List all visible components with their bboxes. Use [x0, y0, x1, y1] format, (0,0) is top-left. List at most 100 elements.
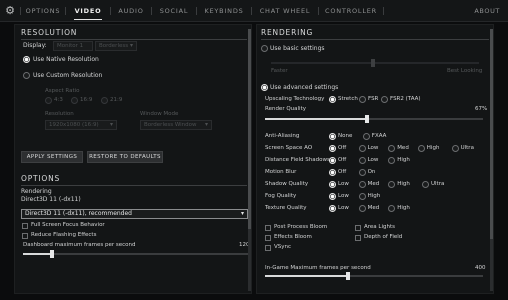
tab-about[interactable]: ABOUT — [474, 0, 500, 22]
fog-quality-low-radio[interactable] — [329, 193, 336, 200]
window-mode-value: Borderless Window — [144, 122, 197, 128]
window-mode-select[interactable]: Borderless Window ▾ — [140, 120, 212, 130]
basic-quality-slider[interactable] — [271, 59, 479, 67]
aspect-4-3-radio[interactable] — [45, 97, 52, 104]
left-panel: RESOLUTION Display: Monitor 1 Borderless… — [14, 24, 252, 294]
distance-field-shadows-low-radio[interactable] — [358, 157, 366, 164]
left-scrollbar[interactable] — [248, 29, 251, 291]
shadow-quality-low-label: Low — [338, 181, 349, 187]
tab-options[interactable]: OPTIONS — [21, 0, 65, 22]
advanced-settings-label: Use advanced settings — [270, 84, 339, 91]
display-monitor-value: Monitor 1 — [57, 43, 84, 49]
motion-blur-off-label: Off — [338, 169, 347, 175]
advanced-settings-radio[interactable] — [261, 84, 268, 91]
ingame-fps-slider[interactable] — [265, 272, 483, 280]
aspect-21-9-label: 21:9 — [110, 97, 123, 103]
fog-quality-label: Fog Quality — [265, 193, 297, 199]
gear-icon[interactable]: ⚙ — [0, 0, 20, 22]
shadow-quality-ultra-radio[interactable] — [422, 181, 429, 188]
upscaling-fsr2-radio[interactable] — [381, 96, 388, 103]
distance-field-shadows-off-label: Off — [338, 157, 347, 163]
motion-blur-label: Motion Blur — [265, 169, 297, 175]
divider — [261, 39, 489, 40]
screen-space-ao-high-radio[interactable] — [417, 145, 425, 152]
display-monitor-select[interactable]: Monitor 1 — [53, 41, 93, 51]
depth-of-field-label: Depth of Field — [364, 234, 403, 240]
apply-settings-button[interactable]: APPLY SETTINGS — [21, 151, 83, 163]
screen-space-ao-off-radio[interactable] — [329, 145, 336, 152]
reduce-flashing-checkbox[interactable] — [22, 233, 28, 239]
ingame-fps-value: 400 — [475, 265, 486, 271]
distance-field-shadows-off-radio[interactable] — [329, 157, 336, 164]
texture-quality-med-radio[interactable] — [358, 205, 366, 212]
resolution-value: 1920x1080 (16:9) — [49, 122, 99, 128]
tab-chat-wheel[interactable]: CHAT WHEEL — [252, 0, 318, 22]
slider-fill — [23, 253, 52, 255]
post-process-bloom-checkbox[interactable] — [265, 225, 271, 231]
shadow-quality-ultra-label: Ultra — [431, 181, 445, 187]
tab-keybinds[interactable]: KEYBINDS — [197, 0, 251, 22]
texture-quality-low-radio[interactable] — [329, 205, 336, 212]
slider-handle[interactable] — [50, 250, 54, 258]
anti-aliasing-none-radio[interactable] — [329, 133, 336, 140]
native-resolution-radio[interactable] — [23, 56, 30, 63]
divider — [21, 185, 247, 186]
motion-blur-on-radio[interactable] — [358, 169, 366, 176]
resolution-select[interactable]: 1920x1080 (16:9) ▾ — [45, 120, 117, 130]
dashboard-fps-label: Dashboard maximum frames per second — [23, 242, 136, 248]
aspect-ratio-label: Aspect Ratio — [45, 88, 80, 94]
display-mode-value: Borderless — [99, 43, 129, 49]
texture-quality-high-radio[interactable] — [388, 205, 396, 212]
basic-settings-radio[interactable] — [261, 45, 268, 52]
tab-social[interactable]: SOCIAL — [152, 0, 196, 22]
fullscreen-focus-checkbox[interactable] — [22, 223, 28, 229]
slider-handle[interactable] — [371, 59, 375, 67]
upscaling-stretch-label: Stretch — [338, 96, 358, 102]
rendering-api-value: Direct3D 11 (-dx11), recommended — [25, 210, 132, 217]
shadow-quality-low-radio[interactable] — [329, 181, 336, 188]
shadow-quality-med-radio[interactable] — [358, 181, 366, 188]
screen-space-ao-low-radio[interactable] — [358, 145, 366, 152]
custom-resolution-radio[interactable] — [23, 72, 30, 79]
fog-quality-high-label: High — [367, 193, 381, 199]
display-mode-select[interactable]: Borderless ▾ — [95, 41, 137, 51]
upscaling-stretch-radio[interactable] — [329, 96, 336, 103]
chevron-down-icon: ▾ — [240, 210, 244, 217]
scrollbar-thumb[interactable] — [490, 29, 493, 239]
tab-controller[interactable]: CONTROLLER — [319, 0, 383, 22]
scrollbar-thumb[interactable] — [248, 29, 251, 229]
rendering-api-label: Direct3D 11 (-dx11) — [21, 196, 81, 203]
display-label: Display: — [23, 42, 47, 49]
rendering-api-select[interactable]: Direct3D 11 (-dx11), recommended ▾ — [21, 209, 248, 219]
chevron-down-icon: ▾ — [129, 42, 133, 49]
right-panel: RENDERING Use basic settings Faster Best… — [256, 24, 494, 294]
tab-video[interactable]: VIDEO — [66, 0, 110, 22]
vsync-checkbox[interactable] — [265, 245, 271, 251]
render-quality-slider[interactable] — [265, 115, 483, 123]
effects-bloom-checkbox[interactable] — [265, 235, 271, 241]
tab-audio[interactable]: AUDIO — [111, 0, 151, 22]
area-lights-checkbox[interactable] — [355, 225, 361, 231]
tab-divider — [383, 6, 384, 15]
aspect-21-9-radio[interactable] — [101, 97, 108, 104]
upscaling-fsr-radio[interactable] — [359, 96, 366, 103]
upscaling-fsr-label: FSR — [368, 96, 379, 102]
slider-handle[interactable] — [346, 272, 350, 280]
restore-defaults-button[interactable]: RESTORE TO DEFAULTS — [87, 151, 163, 163]
shadow-quality-high-radio[interactable] — [388, 181, 396, 188]
motion-blur-off-radio[interactable] — [329, 169, 336, 176]
aspect-16-9-radio[interactable] — [71, 97, 78, 104]
distance-field-shadows-high-radio[interactable] — [388, 157, 396, 164]
fog-quality-high-radio[interactable] — [358, 193, 366, 200]
right-scrollbar[interactable] — [490, 29, 493, 291]
screen-space-ao-med-radio[interactable] — [388, 145, 396, 152]
chevron-down-icon: ▾ — [204, 121, 208, 128]
shadow-quality-label: Shadow Quality — [265, 181, 309, 187]
texture-quality-med-label: Med — [367, 205, 380, 211]
anti-aliasing-fxaa-radio[interactable] — [362, 133, 370, 140]
depth-of-field-checkbox[interactable] — [355, 235, 361, 241]
screen-space-ao-ultra-radio[interactable] — [451, 145, 459, 152]
dashboard-fps-slider[interactable] — [23, 250, 249, 258]
slider-handle[interactable] — [365, 115, 369, 123]
chevron-down-icon: ▾ — [109, 121, 113, 128]
